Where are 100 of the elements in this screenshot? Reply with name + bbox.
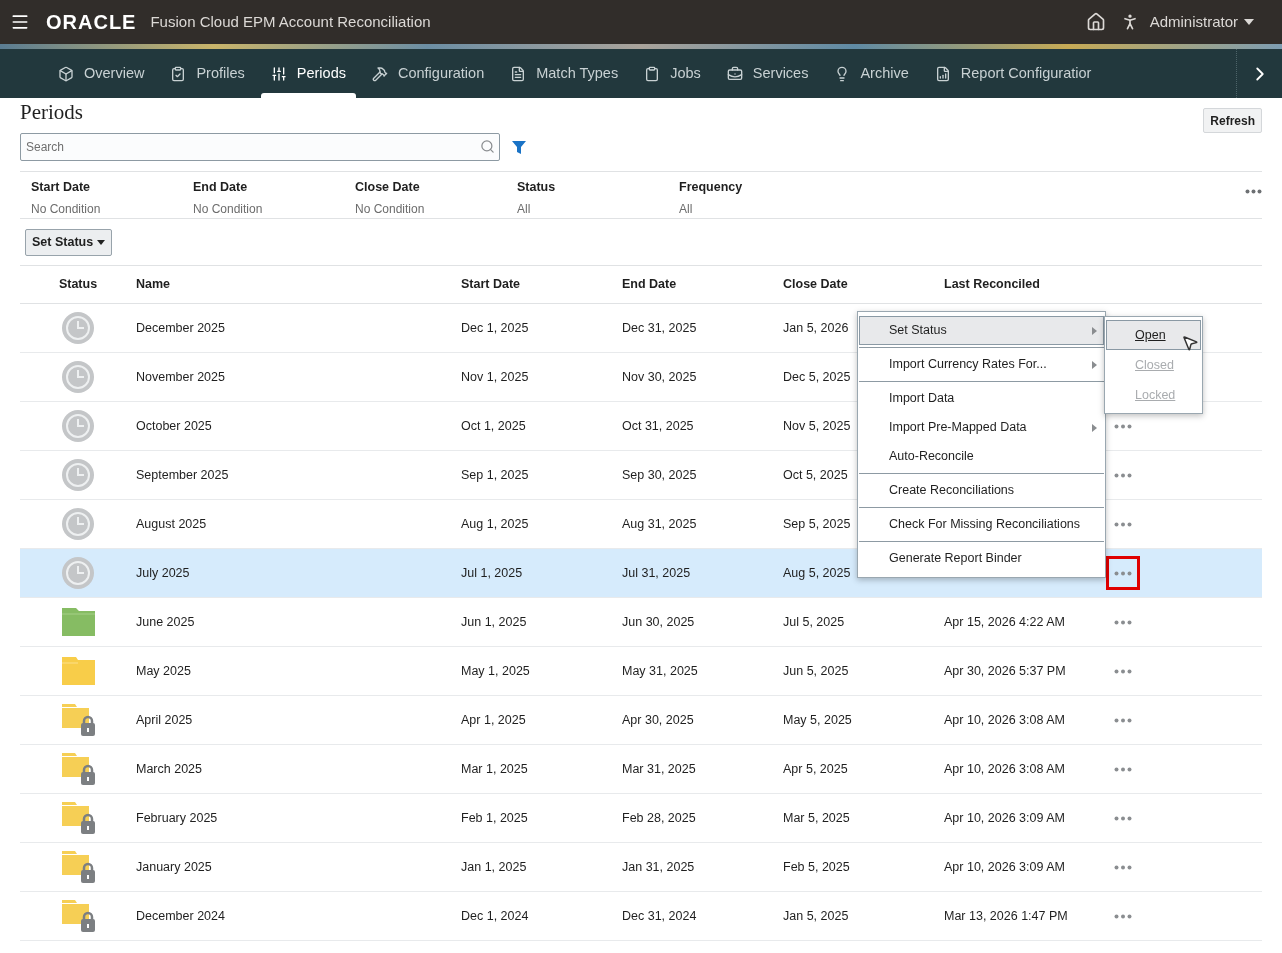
table-cell: May 2025 — [136, 663, 191, 678]
table-cell: Oct 5, 2025 — [783, 467, 848, 482]
table-cell: Mar 13, 2026 1:47 PM — [944, 908, 1068, 923]
nav-tab[interactable]: Archive — [824, 49, 919, 98]
table-cell: Sep 1, 2025 — [461, 467, 529, 482]
more-icon — [1114, 864, 1132, 870]
table-cell: Aug 5, 2025 — [783, 565, 851, 580]
table-cell: Jan 31, 2025 — [622, 859, 695, 874]
more-icon — [1114, 619, 1132, 625]
nav-tab[interactable]: Match Types — [500, 49, 629, 98]
caret-icon — [1244, 19, 1254, 25]
nav-tab[interactable]: Configuration — [361, 49, 495, 98]
table-cell: Apr 5, 2025 — [783, 761, 848, 776]
table-cell: Feb 5, 2025 — [783, 859, 850, 874]
table-cell: Apr 10, 2026 3:09 AM — [944, 859, 1065, 874]
filter-value[interactable]: All — [517, 201, 668, 217]
table-cell: Apr 10, 2026 3:08 AM — [944, 712, 1065, 727]
more-icon — [1114, 815, 1132, 821]
table-cell: November 2025 — [136, 369, 225, 384]
more-icon — [1114, 521, 1132, 527]
filter-label: End Date — [193, 179, 249, 195]
table-cell: October 2025 — [136, 418, 212, 433]
user-menu[interactable]: Administrator — [1149, 10, 1254, 34]
table-cell: Oct 1, 2025 — [461, 418, 526, 433]
filter-label: Status — [517, 179, 557, 195]
table-cell: Apr 1, 2025 — [461, 712, 526, 727]
filter-value[interactable]: No Condition — [355, 201, 506, 217]
table-cell: Nov 1, 2025 — [461, 369, 529, 384]
more-icon — [1114, 766, 1132, 772]
filter-label: Start Date — [31, 179, 92, 195]
more-icon — [1114, 423, 1132, 429]
menu-item[interactable]: Check For Missing Reconciliations — [859, 510, 1104, 542]
table-cell: Nov 30, 2025 — [622, 369, 697, 384]
nav-tab[interactable]: Report Configuratior — [924, 49, 1102, 98]
refresh-button[interactable]: Refresh — [1203, 108, 1262, 133]
tab-icon — [726, 65, 743, 82]
column-header: Status — [58, 276, 98, 294]
table-cell: Jul 31, 2025 — [622, 565, 691, 580]
table-cell: March 2025 — [136, 761, 202, 776]
more-icon[interactable] — [1245, 189, 1262, 194]
nav-tab[interactable]: Profiles — [160, 49, 255, 98]
table-cell: Dec 1, 2025 — [461, 320, 529, 335]
table-cell: Nov 5, 2025 — [783, 418, 851, 433]
table-cell: Feb 1, 2025 — [461, 810, 528, 825]
table-cell: Sep 5, 2025 — [783, 516, 851, 531]
table-cell: August 2025 — [136, 516, 207, 531]
tab-icon — [270, 65, 287, 82]
search-icon[interactable] — [480, 139, 495, 154]
table-cell: Jan 5, 2025 — [783, 908, 849, 923]
menu-item[interactable]: Create Reconciliations — [859, 476, 1104, 508]
more-icon — [1114, 570, 1132, 576]
table-cell: Jul 1, 2025 — [461, 565, 523, 580]
table-cell: Jun 5, 2025 — [783, 663, 849, 678]
filter-label: Close Date — [355, 179, 421, 195]
table-cell: Jun 30, 2025 — [622, 614, 695, 629]
app-title: Fusion Cloud EPM Account Reconciliation — [150, 11, 431, 32]
column-header: Last Reconciled — [944, 277, 1040, 292]
menu-item[interactable]: Auto-Reconcile — [859, 442, 1104, 474]
table-cell: May 5, 2025 — [783, 712, 852, 727]
column-header: Start Date — [461, 277, 521, 292]
menu-item[interactable]: Open — [1106, 320, 1201, 350]
menu-item[interactable]: Import Pre-Mapped Data — [859, 413, 1104, 442]
set-status-button[interactable]: Set Status — [25, 228, 113, 256]
menu-icon[interactable] — [10, 12, 30, 32]
table-cell: Dec 31, 2025 — [622, 320, 697, 335]
nav-tab[interactable]: Jobs — [634, 49, 711, 98]
table-cell: June 2025 — [136, 614, 195, 629]
filter-value[interactable]: No Condition — [31, 201, 182, 217]
home-icon[interactable] — [1085, 12, 1106, 32]
table-cell: Jan 5, 2026 — [783, 320, 849, 335]
nav-tab[interactable]: Overview — [48, 49, 155, 98]
caret-icon — [97, 239, 106, 245]
tab-icon — [644, 65, 661, 82]
table-cell: Apr 30, 2026 5:37 PM — [944, 663, 1066, 678]
column-header: Close Date — [783, 277, 848, 292]
table-cell: Apr 10, 2026 3:08 AM — [944, 761, 1065, 776]
table-cell: Feb 28, 2025 — [622, 810, 696, 825]
tab-icon — [58, 65, 74, 82]
filter-label: Frequency — [679, 179, 744, 195]
search-field[interactable]: Search — [20, 133, 500, 161]
table-cell: Apr 10, 2026 3:09 AM — [944, 810, 1065, 825]
filter-value[interactable]: All — [679, 201, 830, 217]
menu-item[interactable]: Set Status — [859, 316, 1104, 348]
table-cell: Apr 15, 2026 4:22 AM — [944, 614, 1065, 629]
brand-logo: ORACLE — [46, 10, 137, 35]
table-cell: Mar 1, 2025 — [461, 761, 528, 776]
cursor-icon — [1181, 334, 1199, 352]
more-actions-button[interactable] — [1106, 556, 1140, 590]
nav-tab[interactable]: Periods — [260, 49, 356, 98]
filter-value[interactable]: No Condition — [193, 201, 344, 217]
table-cell: Jan 1, 2025 — [461, 859, 527, 874]
nav-tab[interactable]: Services — [716, 49, 819, 98]
table-cell: Dec 1, 2024 — [461, 908, 529, 923]
table-cell: May 1, 2025 — [461, 663, 530, 678]
table-cell: Apr 30, 2025 — [622, 712, 694, 727]
table-cell: Mar 5, 2025 — [783, 810, 850, 825]
more-icon — [1114, 472, 1132, 478]
table-cell: Dec 31, 2024 — [622, 908, 697, 923]
filter-icon[interactable] — [512, 140, 526, 154]
column-header: End Date — [622, 277, 677, 292]
